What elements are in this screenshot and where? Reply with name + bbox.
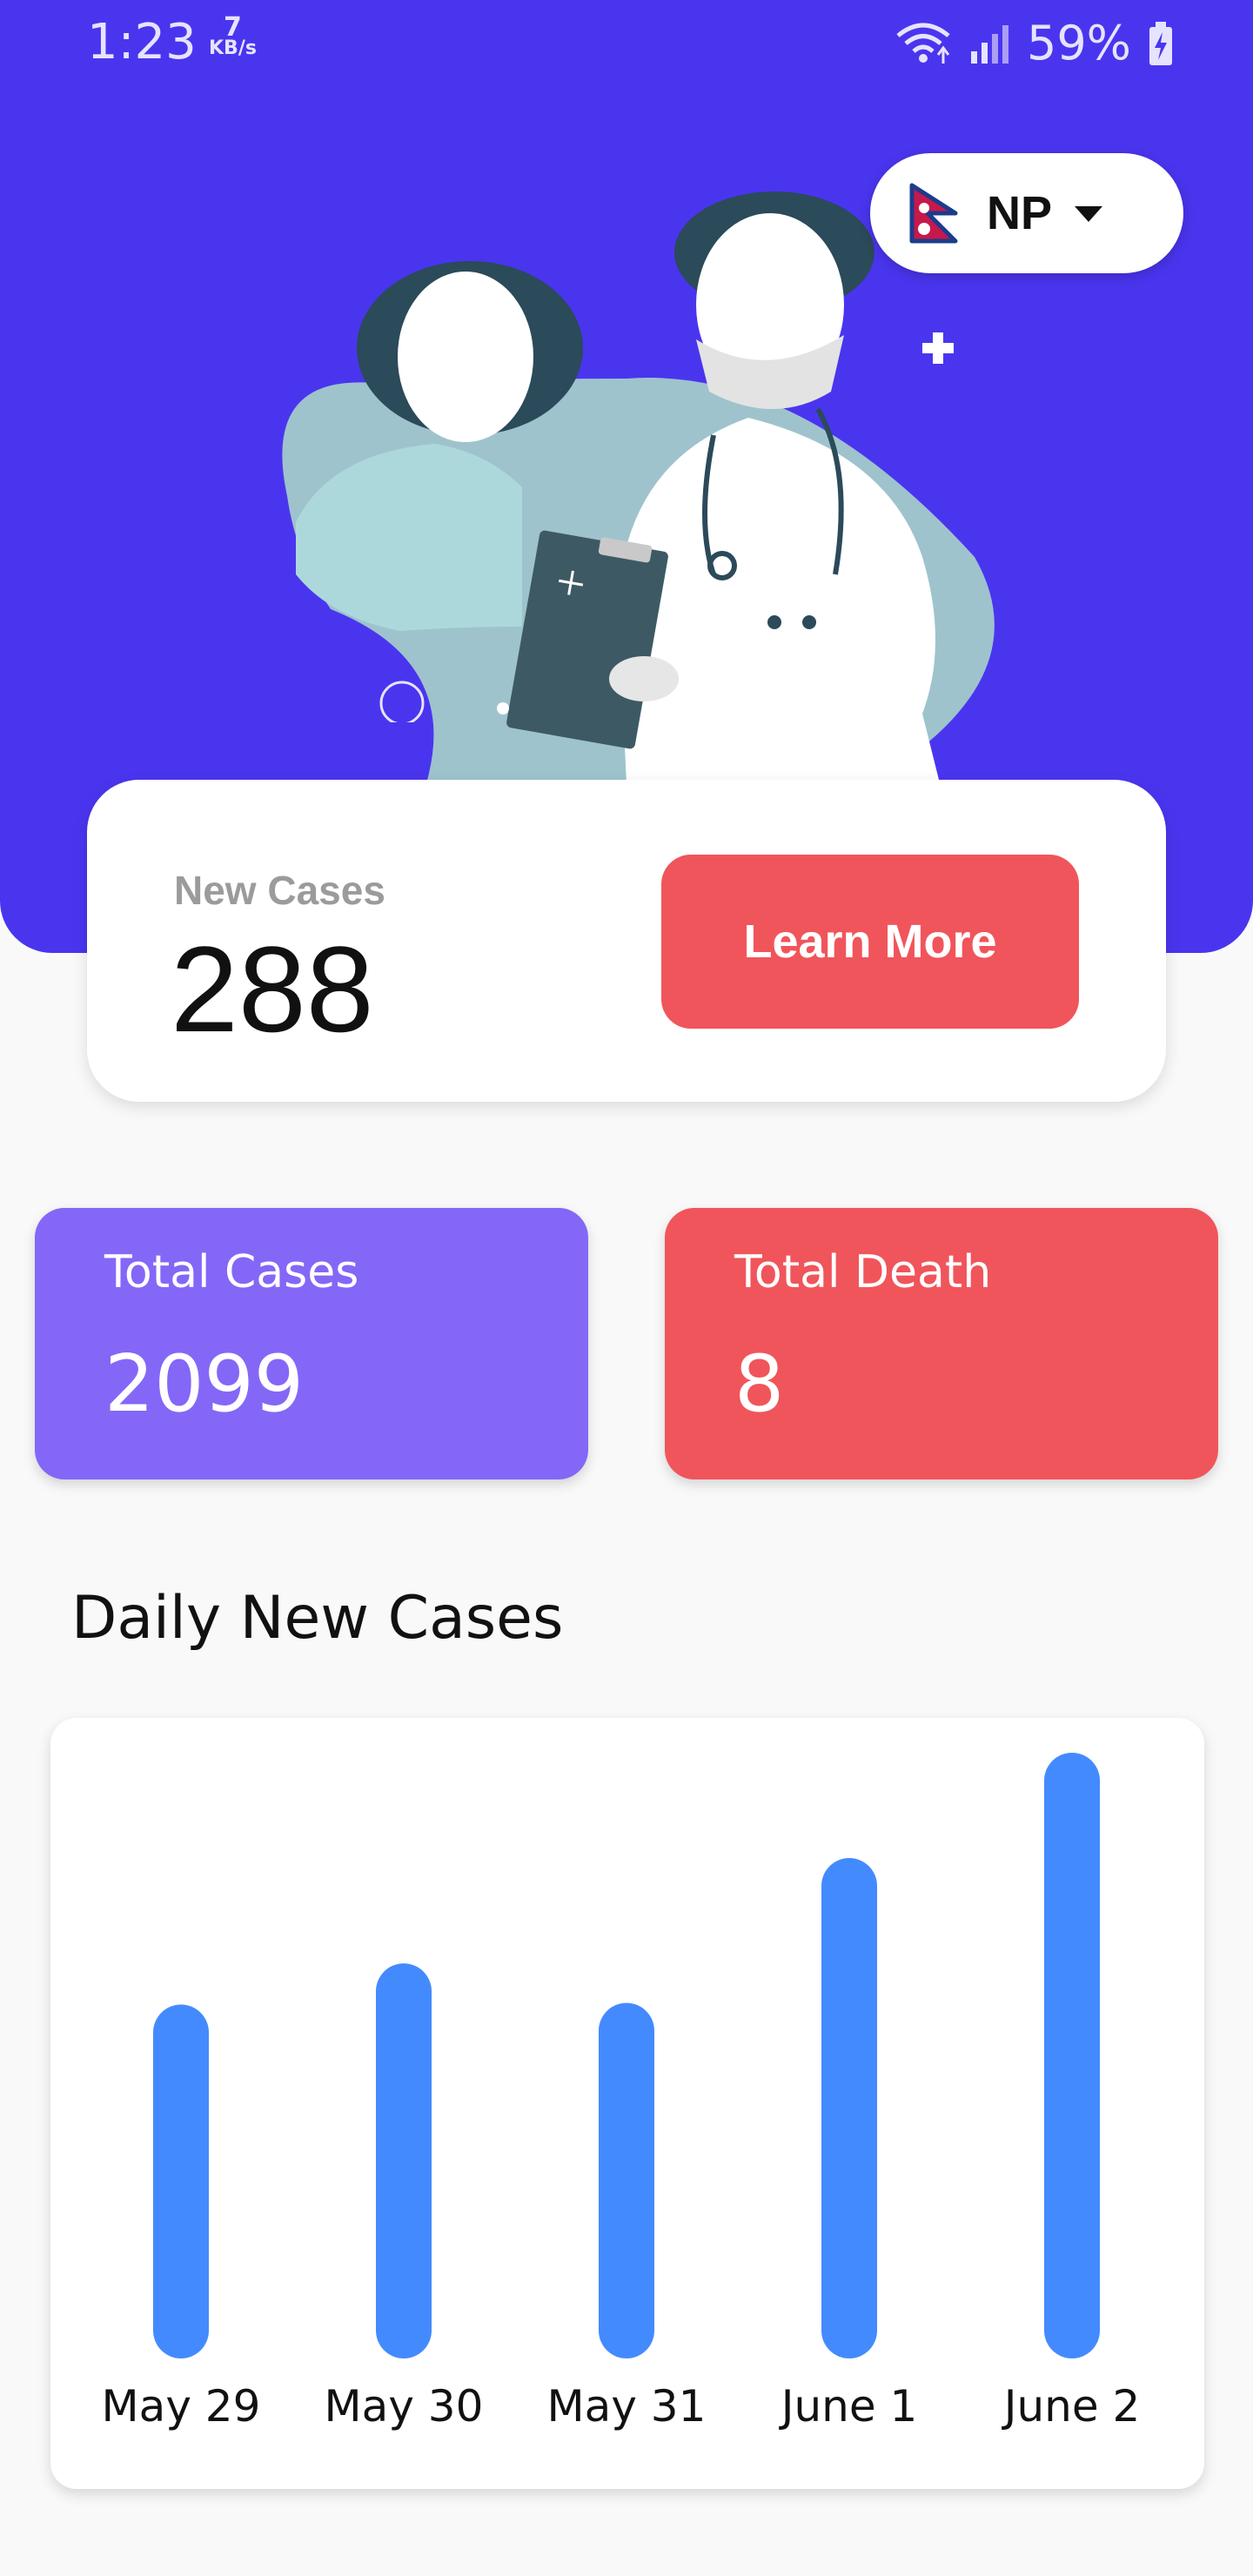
nepal-flag-icon bbox=[909, 183, 958, 244]
total-cases-value: 2099 bbox=[104, 1338, 305, 1430]
battery-percent: 59% bbox=[1026, 16, 1131, 70]
chart-bar-4 bbox=[821, 1858, 877, 2358]
network-speed: 7 KB/s bbox=[209, 12, 257, 59]
country-selector[interactable]: NP bbox=[870, 153, 1183, 273]
total-cases-card[interactable]: Total Cases 2099 bbox=[35, 1208, 588, 1479]
total-death-label: Total Death bbox=[734, 1246, 992, 1298]
total-death-value: 8 bbox=[734, 1338, 785, 1430]
learn-more-button[interactable]: Learn More bbox=[661, 855, 1079, 1029]
chart-bar-3 bbox=[599, 2002, 654, 2358]
chart-tick-label-4: June 1 bbox=[779, 2381, 918, 2432]
network-speed-value: 7 bbox=[224, 12, 242, 43]
country-code: NP bbox=[987, 187, 1053, 239]
status-time: 1:23 bbox=[87, 14, 197, 70]
status-bar: 1:23 7 KB/s 59% bbox=[0, 0, 1253, 87]
total-cases-label: Total Cases bbox=[104, 1246, 359, 1298]
chart-tick-label-1: May 29 bbox=[102, 2381, 261, 2432]
new-cases-card: New Cases 288 Learn More bbox=[87, 780, 1166, 1102]
network-speed-unit: KB/s bbox=[209, 37, 257, 59]
wifi-icon bbox=[896, 23, 950, 64]
battery-charging-icon bbox=[1149, 21, 1172, 65]
carousel-indicator[interactable] bbox=[374, 679, 531, 722]
daily-cases-chart: May 29 May 30 May 31 June 1 June 2 bbox=[50, 1718, 1204, 2489]
chart-tick-label-5: June 2 bbox=[1002, 2381, 1141, 2432]
chart-tick-label-3: May 31 bbox=[547, 2381, 707, 2432]
signal-icon bbox=[970, 24, 1008, 64]
total-death-card[interactable]: Total Death 8 bbox=[665, 1208, 1218, 1479]
chart-tick-label-2: May 30 bbox=[325, 2381, 484, 2432]
new-cases-value: 288 bbox=[171, 921, 374, 1057]
chart-bar-5 bbox=[1044, 1753, 1100, 2358]
daily-new-cases-title: Daily New Cases bbox=[71, 1584, 564, 1653]
new-cases-label: New Cases bbox=[174, 868, 385, 913]
chart-bar-2 bbox=[376, 1963, 432, 2358]
doctors-illustration bbox=[282, 191, 995, 783]
chevron-down-icon bbox=[1075, 206, 1103, 222]
chart-bar-1 bbox=[153, 2004, 209, 2358]
status-icons: 59% bbox=[895, 16, 1175, 70]
bar-chart: May 29 May 30 May 31 June 1 June 2 bbox=[102, 1753, 1141, 2432]
